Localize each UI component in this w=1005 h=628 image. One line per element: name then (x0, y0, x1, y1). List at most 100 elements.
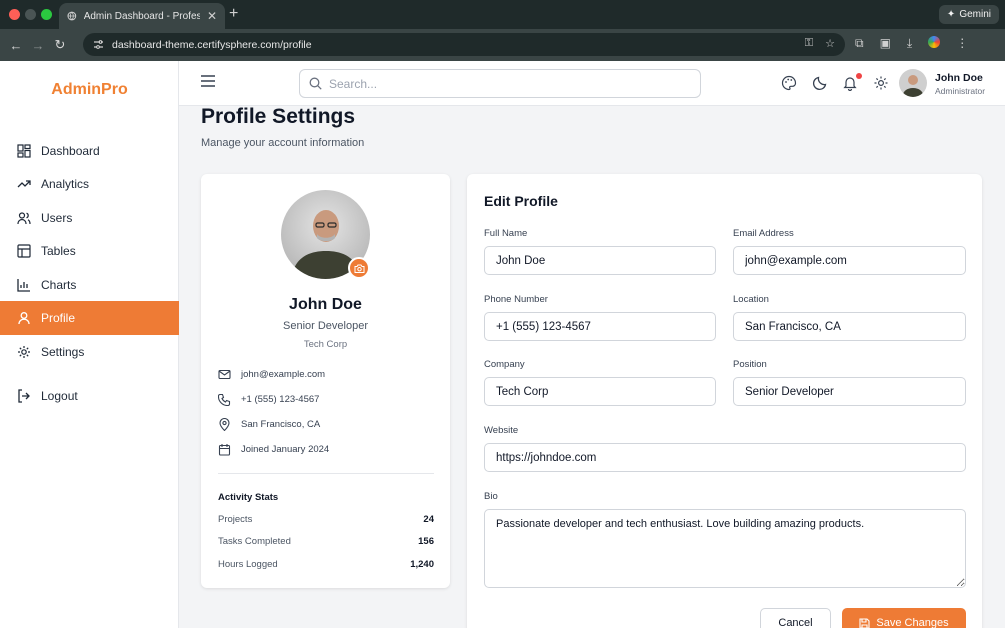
logout-icon (18, 389, 30, 403)
download-icon[interactable]: ⤓ (907, 36, 912, 51)
full-name-field[interactable] (484, 246, 716, 275)
sidebar-item-charts[interactable]: Charts (0, 268, 179, 302)
top-header: John Doe Administrator (179, 61, 1005, 106)
sidebar-item-label: Analytics (41, 177, 90, 191)
page-title: Profile Settings (201, 105, 356, 128)
globe-icon (67, 11, 77, 21)
password-key-icon[interactable]: ⚿ (805, 37, 813, 50)
camera-icon (354, 264, 364, 273)
settings-gear-icon[interactable] (873, 75, 889, 91)
calendar-icon (218, 444, 231, 456)
profile-location-row: San Francisco, CA (218, 418, 320, 431)
profile-location: San Francisco, CA (241, 419, 321, 430)
profile-name: John Doe (289, 296, 362, 313)
stat-projects: Projects 24 (218, 514, 434, 525)
change-photo-button[interactable] (348, 257, 370, 279)
tab-title: Admin Dashboard - Professio (83, 10, 200, 22)
sparkle-icon: ✦ (946, 9, 956, 20)
browser-tab[interactable]: Admin Dashboard - Professio ✕ (59, 3, 225, 29)
search-input[interactable] (329, 76, 669, 91)
user-icon (18, 312, 30, 325)
stat-tasks-completed: Tasks Completed 156 (218, 536, 434, 547)
profile-email-row: john@example.com (218, 368, 325, 381)
site-settings-icon[interactable] (93, 39, 104, 50)
trending-up-icon (17, 180, 31, 188)
sidebar-item-profile[interactable]: Profile (0, 301, 179, 335)
sidebar-item-label: Settings (41, 345, 85, 359)
stat-label: Projects (218, 514, 253, 525)
sidebar-item-tables[interactable]: Tables (0, 234, 179, 268)
bookmark-star-icon[interactable]: ☆ (825, 37, 835, 50)
palette-icon[interactable] (781, 75, 797, 91)
gemini-button[interactable]: ✦ Gemini (938, 5, 999, 24)
sidebar-item-dashboard[interactable]: Dashboard (0, 134, 179, 168)
sidebar-item-users[interactable]: Users (0, 201, 179, 235)
profile-phone-row: +1 (555) 123-4567 (218, 393, 319, 406)
table-icon (17, 244, 31, 258)
save-changes-button[interactable]: Save Changes (842, 608, 966, 628)
stat-label: Hours Logged (218, 559, 278, 570)
sidebar-item-label: Tables (41, 244, 76, 258)
save-disk-icon (859, 617, 870, 628)
gear-icon (18, 346, 30, 358)
new-tab-button[interactable]: + (229, 5, 238, 23)
sidebar-item-analytics[interactable]: Analytics (0, 167, 179, 201)
url-field[interactable]: dashboard-theme.certifysphere.com/profil… (83, 33, 845, 56)
bio-textarea[interactable]: Passionate developer and tech enthusiast… (484, 509, 966, 588)
phone-icon (218, 393, 231, 406)
notification-badge (856, 73, 862, 79)
brand-logo[interactable]: AdminPro (0, 81, 179, 99)
tab-close-icon[interactable]: ✕ (207, 9, 217, 23)
sidebar-item-label: Users (41, 211, 73, 225)
location-label: Location (733, 294, 769, 305)
sidebar-item-label: Charts (41, 278, 77, 292)
profile-joined: Joined January 2024 (241, 444, 330, 455)
edit-profile-card: Edit Profile Full Name Email Address Pho… (467, 174, 982, 628)
stat-value: 1,240 (410, 559, 434, 570)
sidebar-item-label: Profile (41, 311, 76, 325)
back-arrow-icon[interactable]: ← (5, 38, 27, 53)
sidebar-item-label: Logout (41, 389, 78, 403)
users-icon (17, 212, 31, 225)
location-field[interactable] (733, 312, 966, 341)
sidebar-item-settings[interactable]: Settings (0, 335, 179, 369)
gemini-label: Gemini (959, 9, 991, 20)
website-field[interactable] (484, 443, 966, 472)
forward-arrow-icon[interactable]: → (27, 38, 49, 53)
company-field[interactable] (484, 377, 716, 406)
more-menu-icon[interactable]: ⋮ (956, 36, 968, 51)
user-avatar[interactable] (899, 69, 927, 97)
bio-label: Bio (484, 491, 498, 502)
phone-label: Phone Number (484, 294, 548, 305)
search-box[interactable] (299, 69, 701, 98)
save-changes-label: Save Changes (876, 617, 949, 628)
maximize-window-button[interactable] (41, 9, 52, 20)
side-panel-icon[interactable]: ▣ (880, 36, 891, 51)
position-field[interactable] (733, 377, 966, 406)
extensions-icon[interactable]: ⧉ (855, 36, 864, 51)
profile-email: john@example.com (241, 369, 326, 380)
profile-icon[interactable] (928, 36, 941, 48)
dark-mode-moon-icon[interactable] (812, 75, 828, 91)
sidebar: AdminPro Dashboard Analytics Users Table… (0, 61, 179, 628)
header-user-name: John Doe (935, 72, 983, 84)
position-label: Position (733, 359, 767, 370)
reload-icon[interactable]: ↻ (49, 37, 71, 53)
divider (218, 473, 434, 474)
company-label: Company (484, 359, 525, 370)
sidebar-item-logout[interactable]: Logout (0, 379, 179, 413)
website-label: Website (484, 425, 519, 436)
cancel-button[interactable]: Cancel (760, 608, 831, 628)
email-field[interactable] (733, 246, 966, 275)
phone-field[interactable] (484, 312, 716, 341)
stat-value: 156 (418, 536, 434, 547)
activity-stats-title: Activity Stats (218, 492, 279, 503)
hamburger-menu-icon[interactable] (201, 75, 215, 87)
minimize-window-button[interactable] (25, 9, 36, 20)
close-window-button[interactable] (9, 9, 20, 20)
email-label: Email Address (733, 228, 794, 239)
stat-label: Tasks Completed (218, 536, 291, 547)
map-pin-icon (219, 418, 230, 431)
dashboard-icon (17, 144, 31, 158)
sidebar-item-label: Dashboard (41, 144, 100, 158)
